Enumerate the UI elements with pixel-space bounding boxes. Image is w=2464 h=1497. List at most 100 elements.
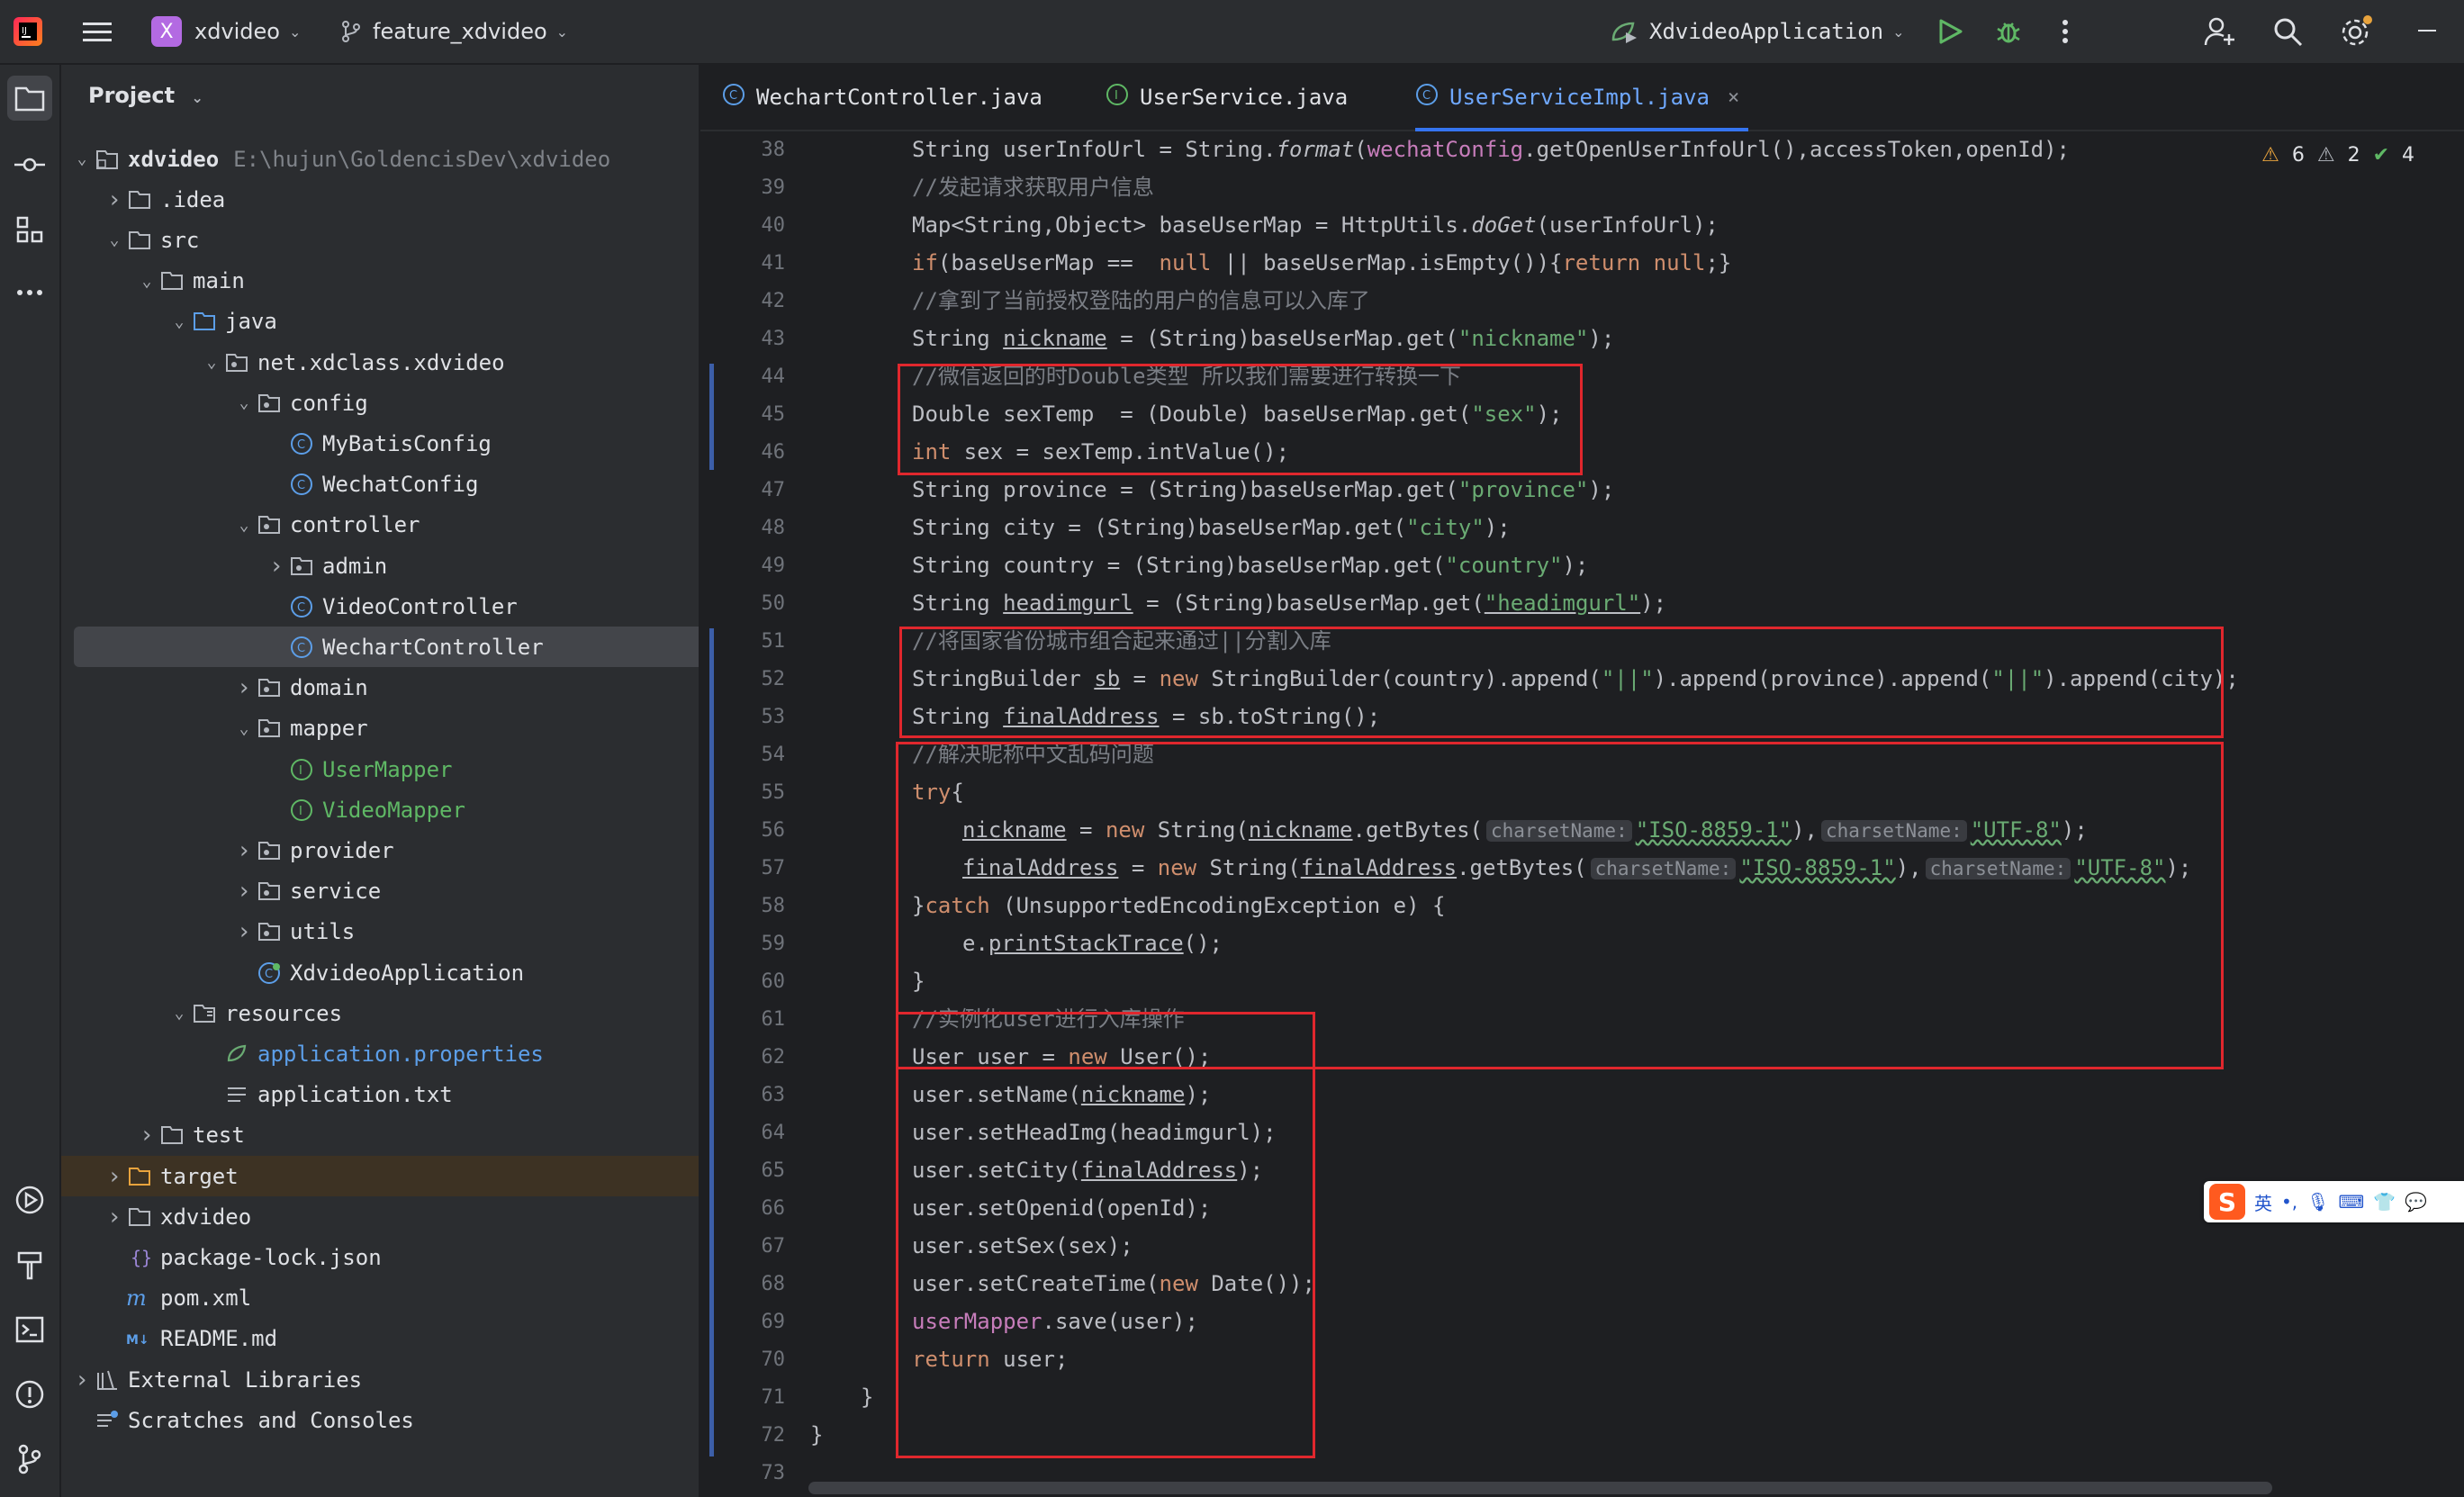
project-switcher[interactable]: X xdvideo ⌄ [151, 0, 301, 63]
tree-item[interactable]: {} package-lock.json [61, 1237, 740, 1277]
debug-button[interactable] [1995, 0, 2022, 63]
run-button[interactable] [1937, 0, 1963, 63]
line-number[interactable]: 38 [700, 139, 786, 161]
line-number[interactable]: 73 [700, 1462, 786, 1484]
package-icon [223, 349, 250, 376]
tree-item-label: External Libraries [128, 1366, 363, 1393]
tab-wechartcontroller[interactable]: C WechartController.java [722, 65, 1042, 130]
tree-item[interactable]: › External Libraries [61, 1359, 708, 1400]
line-number[interactable]: 39 [700, 176, 786, 199]
module-folder-icon [94, 146, 121, 173]
tree-item[interactable]: M↓ README.md [61, 1319, 740, 1359]
skin-icon[interactable]: 👕 [2373, 1191, 2396, 1213]
tree-item[interactable]: › xdvideo [61, 1196, 740, 1237]
more-tools-icon[interactable] [7, 270, 52, 315]
ime-toolbar[interactable]: S 英 •, 🎙 ⌨ 👕 💬 [2204, 1181, 2464, 1222]
chevron-down-icon[interactable]: ⌄ [232, 516, 256, 535]
line-number[interactable]: 42 [700, 290, 786, 312]
chevron-down-icon[interactable]: ⌄ [135, 272, 158, 291]
package-icon [256, 837, 283, 864]
json-file-icon: {} [126, 1244, 153, 1271]
chevron-down-icon[interactable]: ⌄ [232, 393, 256, 412]
folder-icon [126, 227, 153, 254]
chat-icon[interactable]: 💬 [2405, 1191, 2427, 1213]
sogou-logo-icon[interactable]: S [2209, 1184, 2245, 1220]
vcs-change-marker[interactable] [709, 628, 714, 1456]
chevron-right-icon[interactable]: › [70, 1366, 94, 1393]
tree-item[interactable]: › .idea [61, 179, 740, 220]
tree-item[interactable]: ⌄ main [61, 261, 772, 302]
line-number[interactable]: 50 [700, 592, 786, 615]
line-number[interactable]: 49 [700, 555, 786, 577]
tree-item[interactable]: › target [61, 1156, 740, 1196]
close-icon[interactable]: × [1728, 86, 1739, 109]
tree-item-label: net.xdclass.xdvideo [257, 349, 505, 375]
project-panel: Project ⌄ ⌄ xdvideo E:\hujun\GoldencisDev\… [61, 65, 862, 1497]
tree-item-label: application.properties [257, 1041, 544, 1067]
chevron-right-icon[interactable]: › [232, 878, 256, 905]
param-hint: charsetName: [1590, 858, 1737, 879]
run-icon [1939, 19, 1963, 44]
structure-icon[interactable] [7, 207, 52, 252]
tree-item[interactable]: ⌄ resources [61, 993, 805, 1033]
tree-item[interactable]: Scratches and Consoles [61, 1400, 708, 1440]
app-logo-icon[interactable]: IJ [13, 0, 43, 63]
project-tool-folder-icon[interactable] [7, 76, 52, 121]
tree-item[interactable]: m pom.xml [61, 1278, 740, 1319]
line-number[interactable]: 40 [700, 214, 786, 237]
line-number[interactable]: 41 [700, 252, 786, 275]
microphone-icon[interactable]: 🎙 [2306, 1191, 2329, 1213]
chevron-right-icon[interactable]: › [232, 674, 256, 701]
tree-item[interactable]: ⌄ xdvideo E:\hujun\GoldencisDev\xdvideo [61, 139, 708, 179]
keyboard-icon[interactable]: ⌨ [2339, 1191, 2365, 1213]
search-icon[interactable] [2272, 0, 2303, 63]
minimize-icon[interactable] [2418, 0, 2436, 63]
chevron-down-icon[interactable]: ⌄ [167, 312, 191, 331]
folder-icon [126, 1204, 153, 1231]
chevron-down-icon[interactable]: ⌄ [167, 1004, 191, 1023]
branch-switcher[interactable]: feature_xdvideo ⌄ [340, 0, 568, 63]
tree-item[interactable]: › test [61, 1115, 772, 1156]
ime-punctuation[interactable]: •, [2281, 1191, 2297, 1213]
git-icon[interactable] [7, 1437, 52, 1482]
chevron-right-icon[interactable]: › [232, 918, 256, 945]
tree-item-label: VideoMapper [322, 797, 465, 823]
chevron-right-icon[interactable]: › [103, 1163, 126, 1190]
tab-userserviceimpl[interactable]: C UserServiceImpl.java × [1415, 65, 1749, 131]
code-line-43: String nickname = (String)baseUserMap.ge… [912, 326, 1615, 351]
chevron-right-icon[interactable]: › [135, 1122, 158, 1149]
more-actions-icon[interactable] [2062, 0, 2069, 63]
inspections-widget[interactable]: ⚠ 6 ⚠ 2 ✔ 4 [2261, 144, 2414, 167]
main-menu-icon[interactable] [83, 0, 112, 63]
chevron-right-icon[interactable]: › [265, 553, 288, 580]
line-number[interactable]: 48 [700, 517, 786, 539]
problems-icon[interactable] [7, 1372, 52, 1417]
tree-item[interactable]: ⌄ java [61, 302, 805, 342]
line-number[interactable]: 47 [700, 479, 786, 501]
project-panel-header[interactable]: Project ⌄ [88, 83, 203, 108]
chevron-down-icon[interactable]: ⌄ [103, 230, 126, 249]
ime-language[interactable]: 英 [2254, 1189, 2272, 1215]
add-user-icon[interactable] [2204, 0, 2236, 63]
run-config-selector[interactable]: XdvideoApplication ⌄ [1610, 0, 1905, 63]
chevron-down-icon[interactable]: ⌄ [200, 353, 223, 372]
tree-item[interactable]: ⌄ src [61, 220, 740, 260]
horizontal-scrollbar[interactable] [808, 1482, 2272, 1494]
tree-item-label: domain [290, 675, 368, 701]
weak-warning-count: 2 [2347, 144, 2360, 167]
commit-icon[interactable] [7, 142, 52, 187]
chevron-down-icon[interactable]: ⌄ [232, 719, 256, 738]
spring-boot-class-icon: C [256, 960, 283, 987]
chevron-down-icon[interactable]: ⌄ [70, 149, 94, 168]
services-icon[interactable] [7, 1177, 52, 1222]
chevron-right-icon[interactable]: › [232, 837, 256, 864]
tab-userservice[interactable]: I UserService.java [1106, 65, 1348, 130]
vcs-change-marker[interactable] [709, 364, 714, 470]
terminal-icon[interactable] [7, 1307, 52, 1352]
chevron-right-icon[interactable]: › [103, 1204, 126, 1231]
settings-gear-icon[interactable] [2339, 0, 2373, 63]
build-hammer-icon[interactable] [7, 1242, 52, 1287]
line-number[interactable]: 43 [700, 328, 786, 350]
interface-icon: I [1106, 83, 1129, 112]
chevron-right-icon[interactable]: › [103, 186, 126, 213]
